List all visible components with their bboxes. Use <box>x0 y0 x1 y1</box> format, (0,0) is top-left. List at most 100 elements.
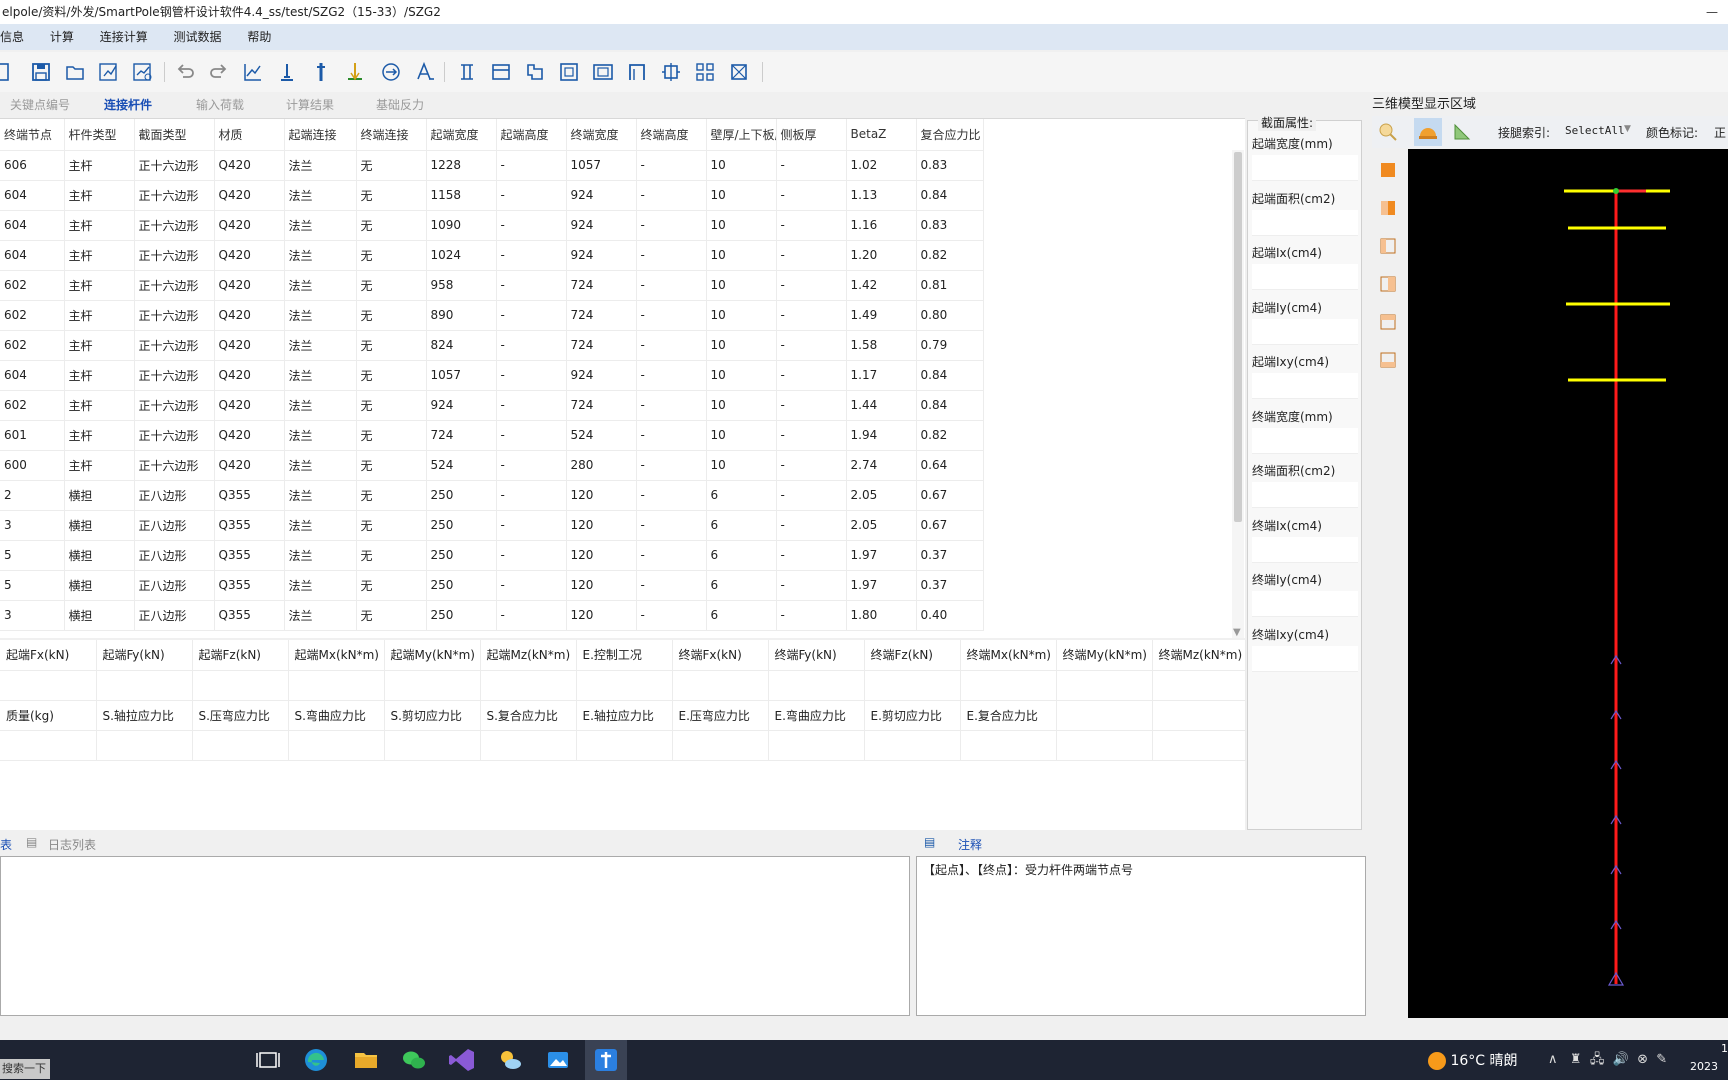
table-cell[interactable]: - <box>636 210 707 241</box>
table-cell[interactable]: 2.05 <box>846 480 917 511</box>
table-cell[interactable]: 10 <box>706 390 777 421</box>
leg-index-select[interactable]: SelectAll <box>1565 124 1625 137</box>
section-property-value[interactable] <box>1252 591 1358 617</box>
ratio-value-cell[interactable] <box>96 730 193 761</box>
table-row[interactable]: 604 主杆 正十六边形 Q420 法兰无 1024-924-10-1.20 0.82 <box>0 240 984 271</box>
table-cell[interactable]: 602 <box>0 300 65 331</box>
force-value-cell[interactable] <box>0 670 97 701</box>
ratio-value-cell[interactable] <box>1056 730 1153 761</box>
weather-app-icon[interactable] <box>494 1044 526 1076</box>
cube-back-icon[interactable] <box>1378 312 1398 335</box>
table-cell[interactable]: 0.79 <box>916 330 984 361</box>
table-cell[interactable]: Q355 <box>214 480 285 511</box>
table-cell[interactable]: 主杆 <box>64 420 135 451</box>
table-cell[interactable]: 280 <box>566 450 637 481</box>
grid-column-header[interactable]: 起端宽度 <box>426 119 497 151</box>
edit-chart-icon[interactable] <box>98 61 120 83</box>
table-cell[interactable]: 法兰 <box>284 450 357 481</box>
table-cell[interactable]: 924 <box>566 240 637 271</box>
section-property-value[interactable] <box>1252 373 1358 399</box>
table-cell[interactable]: 法兰 <box>284 480 357 511</box>
table-cell[interactable]: 524 <box>566 420 637 451</box>
pole-icon[interactable] <box>310 61 332 83</box>
table-cell[interactable]: 604 <box>0 180 65 211</box>
cube-front-icon[interactable] <box>1378 160 1398 183</box>
table-cell[interactable]: - <box>776 300 847 331</box>
line-chart-icon[interactable] <box>242 61 264 83</box>
table-cell[interactable]: 正十六边形 <box>134 180 215 211</box>
save-icon[interactable] <box>0 61 22 83</box>
tab-log-list[interactable]: 日志列表 <box>48 836 96 853</box>
table-cell[interactable]: 1024 <box>426 240 497 271</box>
table-cell[interactable]: 724 <box>566 390 637 421</box>
force-value-cell[interactable] <box>864 670 961 701</box>
table-cell[interactable]: 924 <box>426 390 497 421</box>
table-cell[interactable]: 1090 <box>426 210 497 241</box>
table-cell[interactable]: 1057 <box>566 150 637 181</box>
table-cell[interactable]: - <box>496 150 567 181</box>
table-cell[interactable]: 主杆 <box>64 300 135 331</box>
table-cell[interactable]: - <box>636 330 707 361</box>
table-cell[interactable]: 无 <box>356 420 427 451</box>
system-tray[interactable]: ∧ ♜ 🖧 🔊 ⊗ ✎ <box>1548 1050 1667 1072</box>
table-cell[interactable]: 0.84 <box>916 390 984 421</box>
cube-side-icon[interactable] <box>1378 198 1398 221</box>
ratio-value-cell[interactable] <box>192 730 289 761</box>
table-cell[interactable]: Q420 <box>214 240 285 271</box>
table-cell[interactable]: 正十六边形 <box>134 240 215 271</box>
table-cell[interactable]: - <box>636 240 707 271</box>
table-row[interactable]: 602 主杆 正十六边形 Q420 法兰无 958-724-10-1.42 0.81 <box>0 270 984 301</box>
table-cell[interactable]: 无 <box>356 300 427 331</box>
table-cell[interactable]: 无 <box>356 450 427 481</box>
table-cell[interactable]: - <box>496 450 567 481</box>
wechat-icon[interactable] <box>398 1044 430 1076</box>
3d-model-viewport[interactable] <box>1408 149 1728 1018</box>
grid-column-header[interactable]: 截面类型 <box>134 119 215 151</box>
table-cell[interactable]: - <box>496 270 567 301</box>
tray-app-icon[interactable]: ♜ <box>1570 1052 1582 1067</box>
table-row[interactable]: 5 横担 正八边形 Q355 法兰无 250-120-6-1.97 0.37 <box>0 540 984 571</box>
table-cell[interactable]: 724 <box>426 420 497 451</box>
grid-column-header[interactable]: 侧板厚 <box>776 119 847 151</box>
force-value-cell[interactable] <box>96 670 193 701</box>
table-cell[interactable]: 正十六边形 <box>134 420 215 451</box>
table-cell[interactable]: 主杆 <box>64 360 135 391</box>
table-cell[interactable]: - <box>636 390 707 421</box>
edge-icon[interactable] <box>300 1044 332 1076</box>
table-cell[interactable]: - <box>776 570 847 601</box>
table-cell[interactable]: 1.97 <box>846 570 917 601</box>
table-cell[interactable]: - <box>636 420 707 451</box>
table-cell[interactable]: Q420 <box>214 210 285 241</box>
table-cell[interactable]: 无 <box>356 330 427 361</box>
table-cell[interactable]: Q420 <box>214 270 285 301</box>
helmet-icon[interactable] <box>1414 118 1442 146</box>
table-cell[interactable]: 0.80 <box>916 300 984 331</box>
table-cell[interactable]: - <box>776 180 847 211</box>
grid-column-header[interactable]: 起端高度 <box>496 119 567 151</box>
arch-icon[interactable] <box>626 61 648 83</box>
zoom-icon[interactable] <box>1378 122 1398 145</box>
bracket-icon[interactable] <box>524 61 546 83</box>
table-cell[interactable]: - <box>496 570 567 601</box>
ratio-value-cell[interactable] <box>672 730 769 761</box>
table-cell[interactable]: 724 <box>566 270 637 301</box>
grid-column-header[interactable]: 终端连接 <box>356 119 427 151</box>
table-cell[interactable]: 正十六边形 <box>134 300 215 331</box>
table-cell[interactable]: 120 <box>566 570 637 601</box>
table-cell[interactable]: 无 <box>356 570 427 601</box>
table-cell[interactable]: - <box>496 180 567 211</box>
table-cell[interactable]: 正八边形 <box>134 600 215 631</box>
table-cell[interactable]: 3 <box>0 510 65 541</box>
tab-connect-members[interactable]: 连接杆件 <box>104 96 152 113</box>
ratio-value-cell[interactable] <box>1152 730 1246 761</box>
table-cell[interactable]: 604 <box>0 240 65 271</box>
table-cell[interactable]: 2 <box>0 480 65 511</box>
table-cell[interactable]: 250 <box>426 480 497 511</box>
smartpole-app-icon[interactable] <box>590 1044 622 1076</box>
table-cell[interactable]: 924 <box>566 210 637 241</box>
table-cell[interactable]: 0.82 <box>916 420 984 451</box>
table-cell[interactable]: 600 <box>0 450 65 481</box>
table-cell[interactable]: 正八边形 <box>134 480 215 511</box>
table-cell[interactable]: - <box>496 330 567 361</box>
ratio-value-cell[interactable] <box>768 730 865 761</box>
